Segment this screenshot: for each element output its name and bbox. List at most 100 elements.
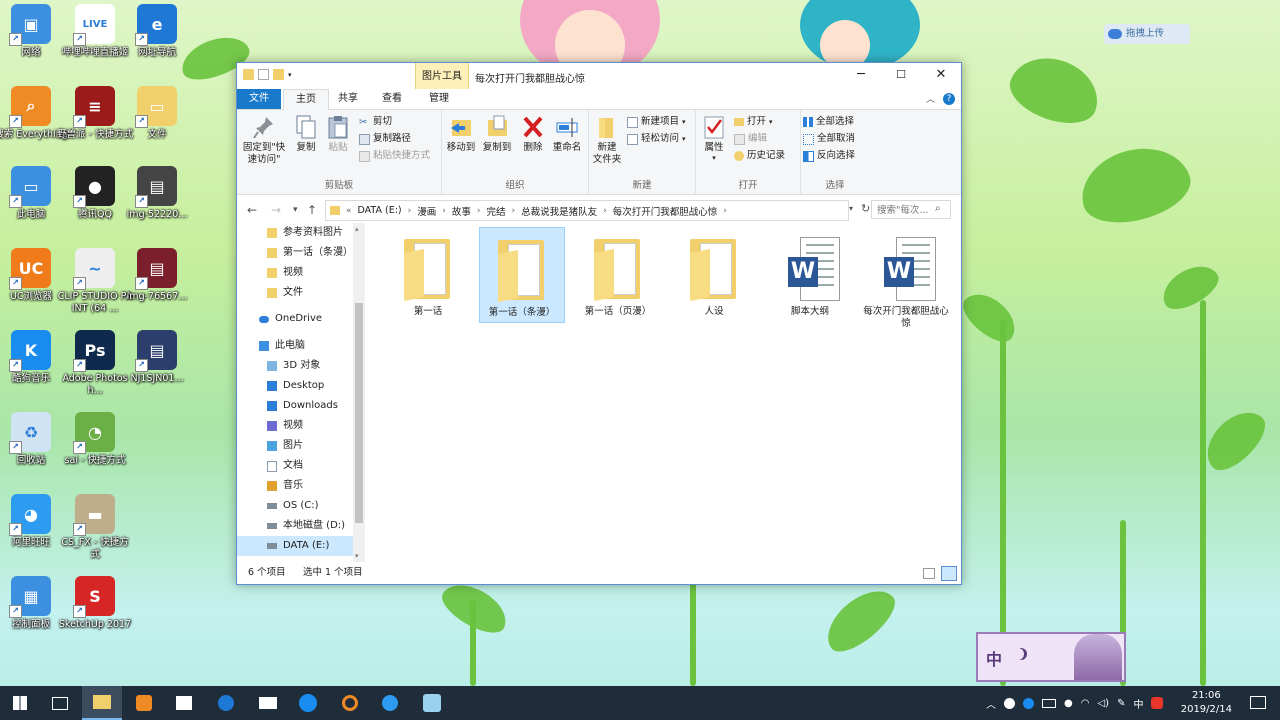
paint-icon[interactable] <box>124 686 164 720</box>
nav-scrollbar[interactable]: ▴ ▾ <box>353 223 365 562</box>
minimize-button[interactable]: ─ <box>841 63 881 89</box>
clock[interactable]: 21:06 2019/2/14 <box>1181 689 1232 717</box>
nav-item[interactable]: 第一话（条漫） <box>237 243 355 263</box>
mail-icon[interactable] <box>248 686 288 720</box>
file-item[interactable]: W 每次开门我都胆战心惊 <box>863 227 949 329</box>
ime-tray-label[interactable]: 中 <box>1133 696 1143 711</box>
notification-icon[interactable] <box>1250 696 1266 709</box>
recent-locations-icon[interactable]: ▾ <box>293 205 298 215</box>
desktop-icon[interactable]: e ↗ 网址导航 <box>119 4 195 59</box>
kugou-tray-icon[interactable] <box>1023 697 1034 709</box>
file-item[interactable]: 第一话（页漫） <box>575 227 661 323</box>
copy-button[interactable]: 复制 <box>293 114 319 154</box>
desktop-icon[interactable]: ▬ ↗ CS_FX - 快捷方式 <box>57 494 133 561</box>
desktop-icon[interactable]: S ↗ SketchUp 2017 <box>57 576 133 631</box>
record-icon[interactable] <box>1004 697 1015 709</box>
address-bar[interactable]: « DATA (E:) › 漫画 › 故事 › 完结 › 总裁说我是猪队友 › 每次打开门我都胆战心… <box>325 200 849 221</box>
desktop-icon[interactable]: ◔ ↗ sai - 快捷方式 <box>57 412 133 467</box>
chevron-down-icon[interactable]: ▾ <box>288 71 292 79</box>
file-item[interactable]: 第一话 <box>385 227 471 323</box>
desktop-icon[interactable]: ▤ ↗ img-76567... <box>119 248 195 303</box>
store-icon[interactable] <box>164 686 204 720</box>
nav-item[interactable]: 图片 <box>237 436 355 456</box>
new-item-button[interactable]: 新建项目 ▾ <box>627 114 686 130</box>
new-folder-icon[interactable] <box>273 69 284 80</box>
ime-widget[interactable]: 中 <box>976 632 1126 682</box>
battery-icon[interactable] <box>1042 698 1056 708</box>
breadcrumb-segment[interactable]: 每次打开门我都胆战心惊 <box>609 204 722 218</box>
nav-item[interactable]: 此电脑 <box>237 336 355 356</box>
nav-item[interactable]: 3D 对象 <box>237 356 355 376</box>
nav-item[interactable]: Downloads <box>237 396 355 416</box>
nav-item[interactable]: 视频 <box>237 263 355 283</box>
history-button[interactable]: 历史记录 <box>734 148 785 164</box>
up-arrow-icon[interactable]: ↑ <box>307 203 317 217</box>
file-item[interactable]: W 脚本大纲 <box>767 227 853 323</box>
breadcrumb-segment[interactable]: 故事 <box>448 204 475 218</box>
refresh-icon[interactable]: ↻ <box>861 202 870 215</box>
chevron-right-icon[interactable]: › <box>510 206 518 216</box>
nav-item[interactable]: 参考资料图片 <box>237 223 355 243</box>
wifi-icon[interactable]: ◠ <box>1081 698 1090 709</box>
nav-item[interactable]: 文档 <box>237 456 355 476</box>
large-icons-view-icon[interactable] <box>941 566 957 581</box>
nav-item[interactable]: 文件 <box>237 283 355 303</box>
pen-icon[interactable]: ✎ <box>1117 698 1125 709</box>
edit-button[interactable]: 编辑 <box>734 131 767 147</box>
tab-file[interactable]: 文件 <box>237 89 281 109</box>
scroll-up-icon[interactable]: ▴ <box>355 225 359 233</box>
pin-quick-access-button[interactable]: 固定到"快速访问" <box>241 114 287 166</box>
desktop-icon[interactable]: ▤ ↗ NJ1SJN01... <box>119 330 195 385</box>
chevron-up-icon[interactable]: ︿ <box>986 696 996 711</box>
paste-button[interactable]: 粘贴 <box>325 114 351 154</box>
chevron-right-icon[interactable]: › <box>601 206 609 216</box>
nav-item[interactable]: DATA (E:) <box>237 536 355 556</box>
kugou-icon[interactable] <box>288 686 328 720</box>
nav-item[interactable]: 本地磁盘 (D:) <box>237 516 355 536</box>
nav-item[interactable]: 视频 <box>237 416 355 436</box>
tab-view[interactable]: 查看 <box>373 89 411 109</box>
overflow-chevron-icon[interactable]: « <box>344 206 354 216</box>
nav-item[interactable]: 音乐 <box>237 476 355 496</box>
move-to-button[interactable]: 移动到 <box>444 114 478 154</box>
windows-logo-icon[interactable] <box>0 686 40 720</box>
chevron-down-icon[interactable]: ▾ <box>849 204 853 213</box>
close-button[interactable]: ✕ <box>921 63 961 89</box>
rename-button[interactable]: 重命名 <box>550 114 584 154</box>
chevron-right-icon[interactable]: › <box>440 206 448 216</box>
new-folder-button[interactable]: 新建 文件夹 <box>591 114 623 166</box>
everything-icon[interactable] <box>330 686 370 720</box>
collapse-ribbon-icon[interactable]: ︿ <box>926 92 935 105</box>
breadcrumb-segment[interactable]: 完结 <box>482 204 509 218</box>
chevron-right-icon[interactable]: › <box>475 206 483 216</box>
title-bar[interactable]: ▾ 图片工具 每次打开门我都胆战心惊 ─ ☐ ✕ <box>237 63 961 89</box>
sogou-tray-icon[interactable] <box>1151 697 1164 709</box>
nav-item[interactable]: OS (C:) <box>237 496 355 516</box>
file-item[interactable]: 人设 <box>671 227 757 323</box>
delete-button[interactable]: 删除 <box>520 114 546 154</box>
upload-widget[interactable]: 拖拽上传 <box>1104 24 1190 44</box>
copy-to-button[interactable]: 复制到 <box>480 114 514 154</box>
volume-icon[interactable]: ◁) <box>1097 698 1109 709</box>
tab-home[interactable]: 主页 <box>283 89 329 111</box>
select-all-button[interactable]: 全部选择 <box>803 114 854 130</box>
copy-path-button[interactable]: 复制路径 <box>359 131 411 147</box>
tab-manage[interactable]: 管理 <box>417 89 461 109</box>
tab-share[interactable]: 共享 <box>329 89 367 109</box>
breadcrumb-segment[interactable]: DATA (E:) <box>354 205 406 216</box>
properties-icon[interactable] <box>258 69 269 80</box>
properties-button[interactable]: 属性 ▾ <box>700 114 728 162</box>
nav-item[interactable]: Desktop <box>237 376 355 396</box>
chevron-right-icon[interactable]: › <box>406 206 414 216</box>
maximize-button[interactable]: ☐ <box>881 63 921 89</box>
qq-tray-icon[interactable]: ● <box>1064 698 1073 709</box>
bilibili-icon[interactable] <box>412 686 452 720</box>
breadcrumb-segment[interactable]: 漫画 <box>413 204 440 218</box>
ie-icon[interactable] <box>370 686 410 720</box>
file-item[interactable]: 第一话（条漫） <box>479 227 565 323</box>
task-view-icon[interactable] <box>40 686 80 720</box>
file-explorer-icon[interactable] <box>82 686 122 720</box>
invert-selection-button[interactable]: 反向选择 <box>803 148 855 164</box>
cut-button[interactable]: ✂ 剪切 <box>359 114 392 130</box>
paste-shortcut-button[interactable]: 粘贴快捷方式 <box>359 148 430 164</box>
